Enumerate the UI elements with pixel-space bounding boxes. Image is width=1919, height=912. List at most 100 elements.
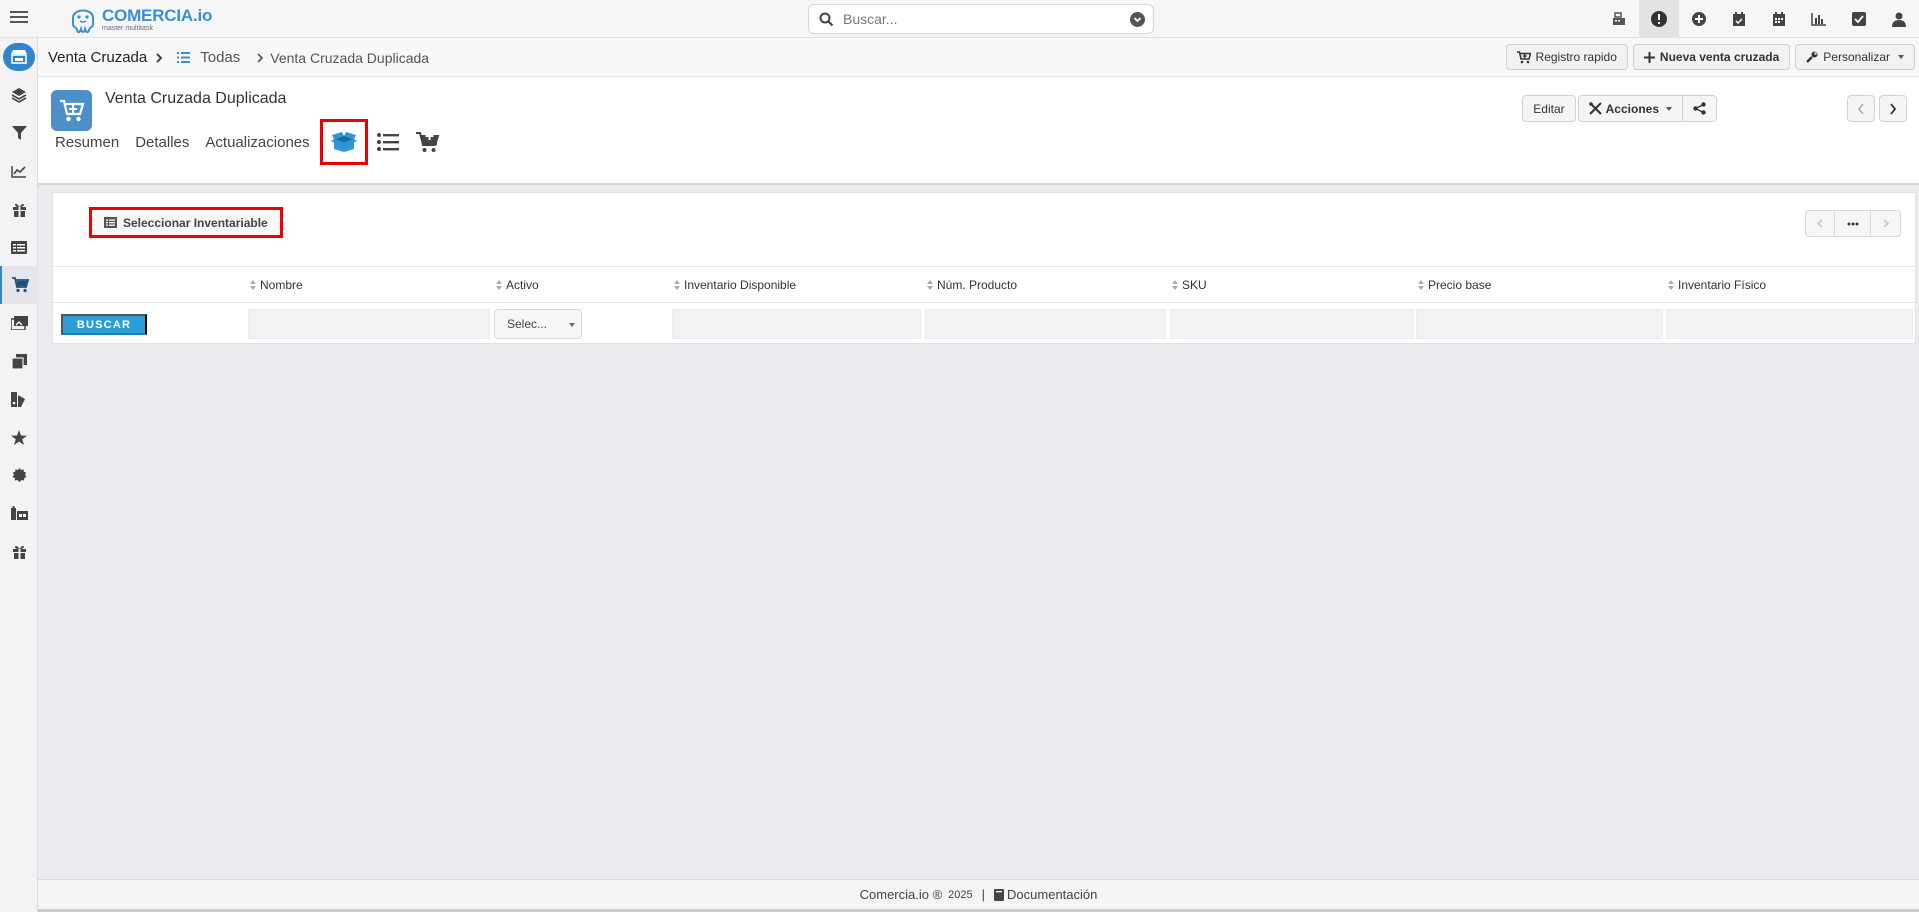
cart-plus-icon (11, 277, 29, 293)
sidebar-item-warehouse[interactable] (0, 494, 38, 532)
sidebar-item-analytics[interactable] (0, 152, 38, 190)
chevron-down-icon (1666, 106, 1672, 111)
chevron-down-icon (569, 323, 575, 327)
hamburger-menu-icon[interactable] (10, 8, 28, 28)
filter-sku-input[interactable] (1170, 309, 1414, 339)
documentation-link[interactable]: Documentación (1007, 887, 1097, 902)
cart-plus-icon (1516, 50, 1531, 63)
column-header-precio-base[interactable]: Precio base (1418, 278, 1491, 292)
next-record-button[interactable] (1879, 95, 1907, 122)
pager-more-button[interactable] (1835, 210, 1871, 237)
tab-cross-sale[interactable] (408, 119, 448, 165)
breadcrumb-list[interactable]: Todas (200, 49, 240, 66)
sort-icon (496, 280, 502, 290)
inventory-panel: Seleccionar Inventariable Nombre Activo … (52, 192, 1916, 344)
images-icon (10, 316, 28, 330)
quick-register-button[interactable]: Registro rapido (1505, 44, 1628, 70)
list-icon (177, 52, 191, 63)
chevron-right-icon (1890, 102, 1897, 115)
plus-circle-icon[interactable] (1679, 0, 1719, 38)
new-cross-sale-label: Nueva venta cruzada (1659, 50, 1780, 64)
warehouse-icon (10, 506, 28, 520)
customize-label: Personalizar (1823, 50, 1890, 64)
open-box-icon (330, 132, 357, 152)
list-alt-icon (11, 240, 27, 254)
sidebar-item-layers[interactable] (0, 76, 38, 114)
calendar-check-icon[interactable] (1719, 0, 1759, 38)
search-options-icon[interactable] (1130, 12, 1145, 27)
sidebar-item-filter[interactable] (0, 114, 38, 152)
sort-icon (1172, 280, 1178, 290)
filter-inventario-disponible-input[interactable] (672, 309, 921, 339)
bar-chart-icon[interactable] (1799, 0, 1839, 38)
new-cross-sale-button[interactable]: Nueva venta cruzada (1632, 44, 1791, 70)
chevron-left-icon (1817, 219, 1823, 228)
customize-button[interactable]: Personalizar (1795, 44, 1915, 70)
sidebar-item-list[interactable] (0, 228, 38, 266)
column-header-sku[interactable]: SKU (1172, 278, 1207, 292)
select-inventory-label: Seleccionar Inventariable (123, 215, 268, 230)
table-pager (1805, 210, 1901, 237)
column-header-activo[interactable]: Activo (496, 278, 539, 292)
sidebar-item-copies[interactable] (0, 342, 38, 380)
cash-register-icon[interactable] (1599, 0, 1639, 38)
table-filter-row: BUSCAR Selec... (53, 303, 1915, 343)
footer-separator: | (981, 887, 986, 902)
calendar-icon[interactable] (1759, 0, 1799, 38)
tab-actualizaciones[interactable]: Actualizaciones (197, 119, 317, 165)
previous-record-button[interactable] (1847, 95, 1875, 122)
pager-previous-button[interactable] (1805, 210, 1835, 237)
sidebar-item-gifts[interactable] (0, 190, 38, 228)
sidebar-item-cross-sale[interactable] (0, 266, 38, 304)
tab-detalles[interactable]: Detalles (127, 119, 197, 165)
search-button[interactable]: BUSCAR (61, 314, 147, 335)
sidebar-item-images[interactable] (0, 304, 38, 342)
tab-list[interactable] (368, 119, 408, 165)
search-input[interactable] (843, 9, 1123, 29)
record-title: Venta Cruzada Duplicada (105, 90, 287, 107)
app-logo[interactable]: COMERCIA.io master multitask (68, 2, 212, 36)
select-inventory-button[interactable]: Seleccionar Inventariable (89, 207, 283, 238)
store-icon (11, 50, 27, 64)
filter-nombre-input[interactable] (248, 309, 490, 339)
filter-inventario-fisico-input[interactable] (1666, 309, 1913, 339)
sidebar-item-catalog[interactable] (0, 380, 38, 418)
record-tabs: Resumen Detalles Actualizaciones (38, 119, 448, 165)
column-header-inventario-fisico[interactable]: Inventario Físico (1668, 278, 1766, 292)
tab-inventory[interactable] (319, 119, 368, 165)
filter-icon (11, 125, 27, 140)
share-icon (1693, 102, 1706, 115)
column-label: Inventario Disponible (684, 278, 797, 292)
column-header-num-producto[interactable]: Núm. Producto (927, 278, 1017, 292)
column-header-inventario-disponible[interactable]: Inventario Disponible (674, 278, 796, 292)
record-navigation (1847, 95, 1907, 122)
chevron-left-icon (1857, 103, 1864, 114)
alert-icon[interactable] (1639, 0, 1679, 38)
global-search[interactable] (808, 4, 1154, 34)
pager-next-button[interactable] (1871, 210, 1901, 237)
sort-icon (1668, 280, 1674, 290)
edit-button[interactable]: Editar (1522, 95, 1576, 122)
logo-name: COMERCIA.io (102, 5, 213, 25)
sidebar-item-favorites[interactable] (0, 418, 38, 456)
sidebar-item-gifts-2[interactable] (0, 532, 38, 570)
share-button[interactable] (1683, 95, 1717, 122)
sidebar-item-certificates[interactable] (0, 456, 38, 494)
octopus-mascot-icon (72, 9, 94, 34)
list-icon (376, 133, 399, 151)
user-icon[interactable] (1879, 0, 1919, 38)
sort-icon (250, 280, 256, 290)
sidebar-item-store[interactable] (0, 38, 38, 76)
filter-activo-select[interactable]: Selec... (494, 309, 582, 339)
breadcrumb-module[interactable]: Venta Cruzada (48, 49, 147, 66)
column-header-nombre[interactable]: Nombre (250, 278, 303, 292)
checkbox-icon[interactable] (1839, 0, 1879, 38)
footer: Comercia.io ® 2025 | Documentación (38, 879, 1919, 912)
actions-button[interactable]: Acciones (1577, 95, 1683, 122)
tab-resumen[interactable]: Resumen (38, 119, 127, 165)
gift-icon (12, 545, 26, 559)
filter-activo-value: Selec... (507, 317, 548, 331)
cart-plus-icon (415, 132, 440, 152)
filter-num-producto-input[interactable] (925, 309, 1166, 339)
filter-precio-base-input[interactable] (1416, 309, 1663, 339)
